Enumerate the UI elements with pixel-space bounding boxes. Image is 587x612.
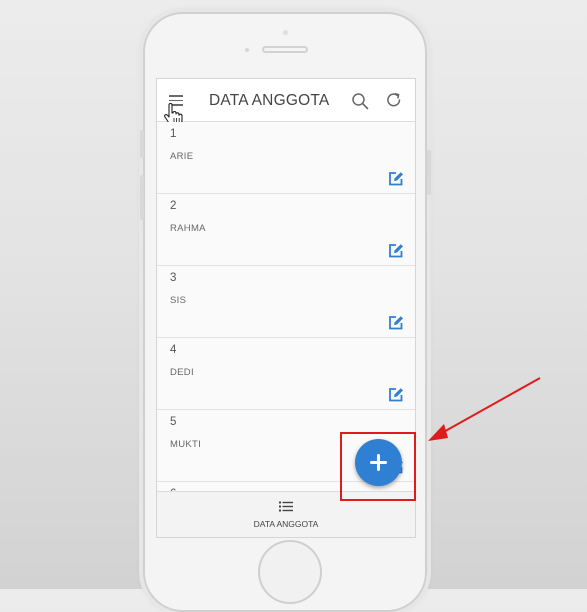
member-number: 2 [170,200,177,212]
app-bar: DATA ANGGOTA [157,79,415,127]
edit-icon[interactable] [388,243,404,258]
phone-speaker [262,46,308,53]
edit-icon[interactable] [388,315,404,330]
list-item[interactable]: 1 ARIE [157,122,415,194]
member-name: RAHMA [170,223,206,234]
member-number: 5 [170,416,177,428]
phone-side-button [427,150,431,195]
member-number: 1 [170,128,177,140]
edit-icon[interactable] [388,387,404,402]
member-name: SIS [170,295,187,306]
phone-sensor [245,48,249,52]
member-number: 3 [170,272,177,284]
list-item[interactable]: 3 SIS [157,266,415,338]
refresh-icon[interactable] [385,91,403,109]
edit-icon[interactable] [388,171,404,186]
list-item[interactable]: 2 RAHMA [157,194,415,266]
page-title: DATA ANGGOTA [209,92,330,109]
search-icon[interactable] [351,92,369,110]
phone-side-button [140,175,144,220]
phone-camera [283,30,288,35]
list-item[interactable]: 4 DEDI [157,338,415,410]
tab-label: DATA ANGGOTA [253,519,319,529]
member-name: DEDI [170,367,194,378]
phone-home-button[interactable] [258,540,322,604]
list-icon [279,501,293,512]
member-name: ARIE [170,151,194,162]
highlight-annotation-box [340,432,416,501]
phone-side-button [140,130,144,158]
member-name: MUKTI [170,439,202,450]
member-number: 4 [170,344,177,356]
